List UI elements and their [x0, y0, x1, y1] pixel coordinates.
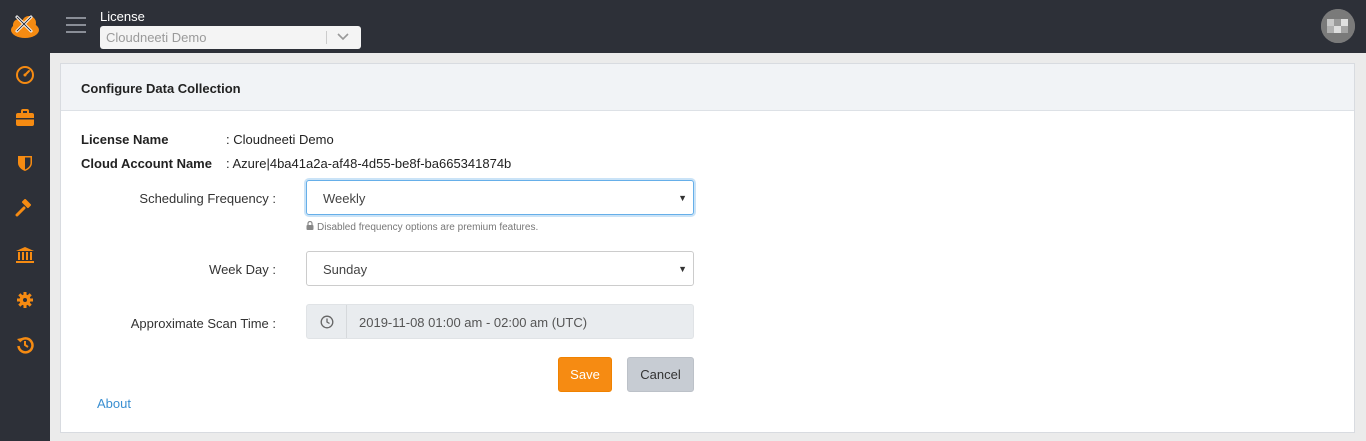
week-day-value: Sunday — [323, 262, 368, 277]
shield-icon[interactable] — [13, 151, 37, 175]
clock-icon — [307, 305, 347, 338]
license-select[interactable]: Cloudneeti Demo — [100, 26, 361, 49]
license-name-key: License Name — [81, 132, 169, 147]
scheduling-frequency-select[interactable]: Weekly ▼ — [306, 180, 694, 215]
week-day-label: Week Day : — [209, 262, 276, 277]
app-logo[interactable] — [9, 11, 41, 39]
about-link[interactable]: About — [97, 396, 131, 411]
license-name-row: License Name : Cloudneeti Demo — [81, 132, 334, 147]
license-label: License — [100, 9, 145, 24]
premium-hint: Disabled frequency options are premium f… — [306, 220, 539, 233]
scan-time-field: 2019-11-08 01:00 am - 02:00 am (UTC) — [306, 304, 694, 339]
cloud-account-row: Cloud Account Name : Azure|4ba41a2a-af48… — [81, 156, 511, 171]
configure-panel: Configure Data Collection License Name :… — [60, 63, 1355, 433]
premium-hint-text: Disabled frequency options are premium f… — [317, 221, 539, 233]
menu-toggle-icon[interactable] — [66, 17, 86, 33]
gear-icon[interactable] — [13, 288, 37, 312]
top-bar: License Cloudneeti Demo — [50, 0, 1366, 53]
caret-down-icon: ▼ — [678, 264, 687, 274]
cancel-button[interactable]: Cancel — [627, 357, 694, 392]
select-separator — [326, 31, 327, 44]
save-button[interactable]: Save — [558, 357, 612, 392]
bank-icon[interactable] — [13, 243, 37, 267]
scan-time-value: 2019-11-08 01:00 am - 02:00 am (UTC) — [359, 315, 588, 330]
chevron-down-icon — [337, 29, 349, 46]
gavel-icon[interactable] — [13, 197, 37, 221]
scheduling-frequency-label: Scheduling Frequency : — [139, 191, 276, 206]
scheduling-frequency-value: Weekly — [323, 191, 366, 206]
briefcase-icon[interactable] — [13, 106, 37, 130]
cloud-account-value: : Azure|4ba41a2a-af48-4d55-be8f-ba665341… — [226, 156, 512, 171]
sidebar — [0, 0, 50, 441]
scan-time-label: Approximate Scan Time : — [130, 316, 276, 331]
license-name-value: : Cloudneeti Demo — [226, 132, 334, 147]
week-day-select[interactable]: Sunday ▼ — [306, 251, 694, 286]
caret-down-icon: ▼ — [678, 193, 687, 203]
user-avatar[interactable] — [1321, 9, 1355, 43]
panel-title: Configure Data Collection — [61, 64, 1354, 111]
license-select-value: Cloudneeti Demo — [106, 30, 207, 45]
cloud-account-key: Cloud Account Name — [81, 156, 212, 171]
lock-icon — [306, 220, 314, 233]
dashboard-icon[interactable] — [13, 63, 37, 87]
history-icon[interactable] — [13, 333, 37, 357]
